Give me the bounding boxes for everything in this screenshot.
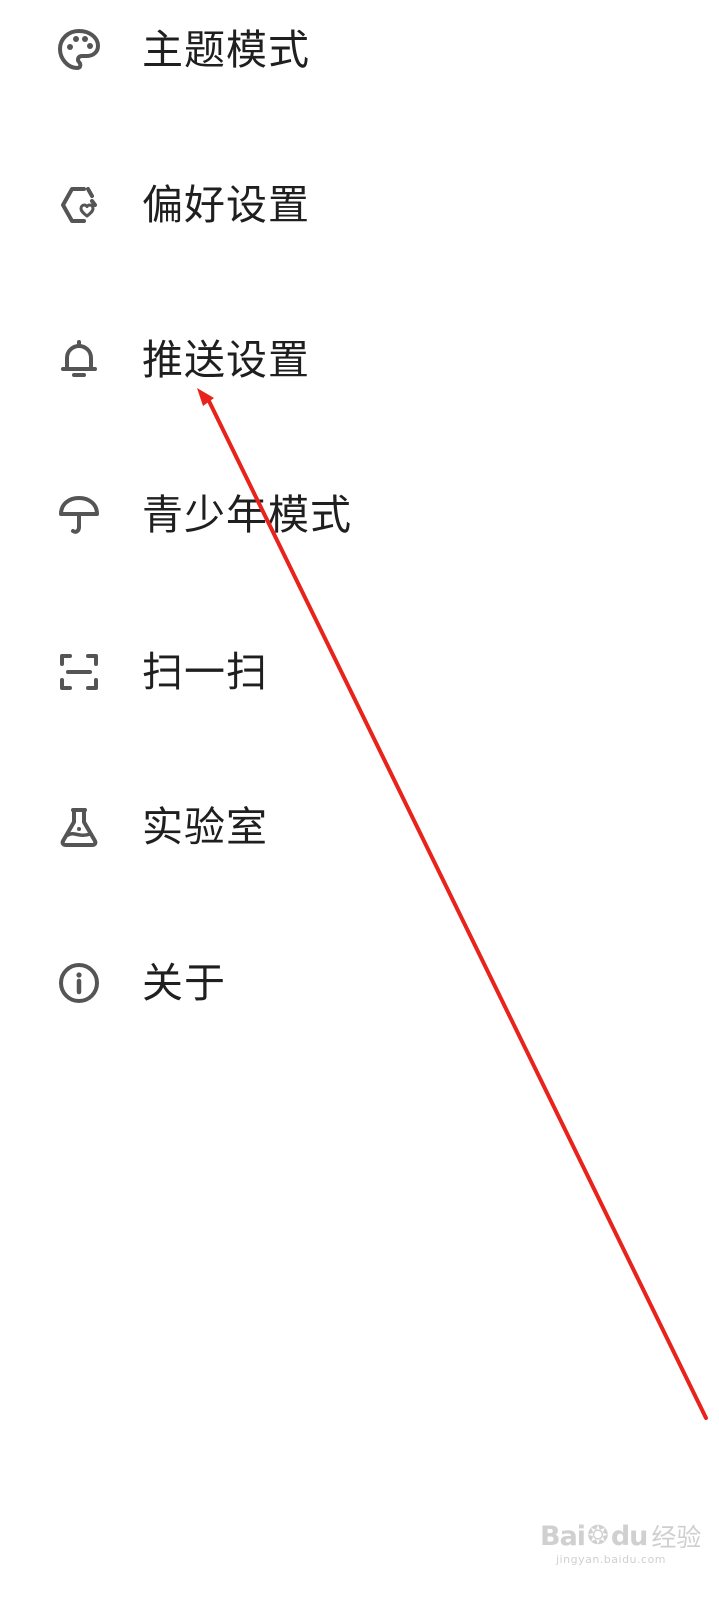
menu-label-about: 关于	[142, 958, 226, 1007]
flask-icon	[54, 802, 104, 852]
watermark-url: jingyan.baidu.com	[556, 1553, 667, 1566]
watermark-jingyan: 经验	[651, 1523, 702, 1552]
menu-label-scan: 扫一扫	[142, 647, 268, 696]
menu-item-push-settings[interactable]: 推送设置	[0, 315, 719, 405]
menu-label-preferences: 偏好设置	[142, 180, 310, 229]
settings-menu-page: 主题模式 偏好设置 推送设置 青少年模式 扫一扫 实验室 关于 Bai ❂ du…	[0, 0, 719, 1600]
hexagon-heart-icon	[54, 180, 104, 230]
scan-icon	[54, 647, 104, 697]
paw-icon: ❂	[587, 1521, 609, 1551]
palette-icon	[54, 25, 104, 75]
watermark-logo-du: du	[610, 1520, 649, 1552]
menu-item-scan[interactable]: 扫一扫	[0, 627, 719, 717]
menu-item-lab[interactable]: 实验室	[0, 782, 719, 872]
menu-item-preferences[interactable]: 偏好设置	[0, 160, 719, 250]
menu-item-theme-mode[interactable]: 主题模式	[0, 5, 719, 95]
umbrella-icon	[54, 490, 104, 540]
menu-label-lab: 实验室	[142, 802, 268, 851]
info-icon	[54, 958, 104, 1008]
menu-label-teen-mode: 青少年模式	[142, 490, 352, 539]
bell-icon	[54, 335, 104, 385]
menu-item-about[interactable]: 关于	[0, 938, 719, 1028]
menu-item-teen-mode[interactable]: 青少年模式	[0, 470, 719, 560]
menu-label-push-settings: 推送设置	[142, 335, 310, 384]
baidu-jingyan-watermark: Bai ❂ du 经验	[540, 1518, 701, 1554]
watermark-logo-bai: Bai	[540, 1520, 586, 1552]
menu-label-theme-mode: 主题模式	[142, 25, 310, 74]
